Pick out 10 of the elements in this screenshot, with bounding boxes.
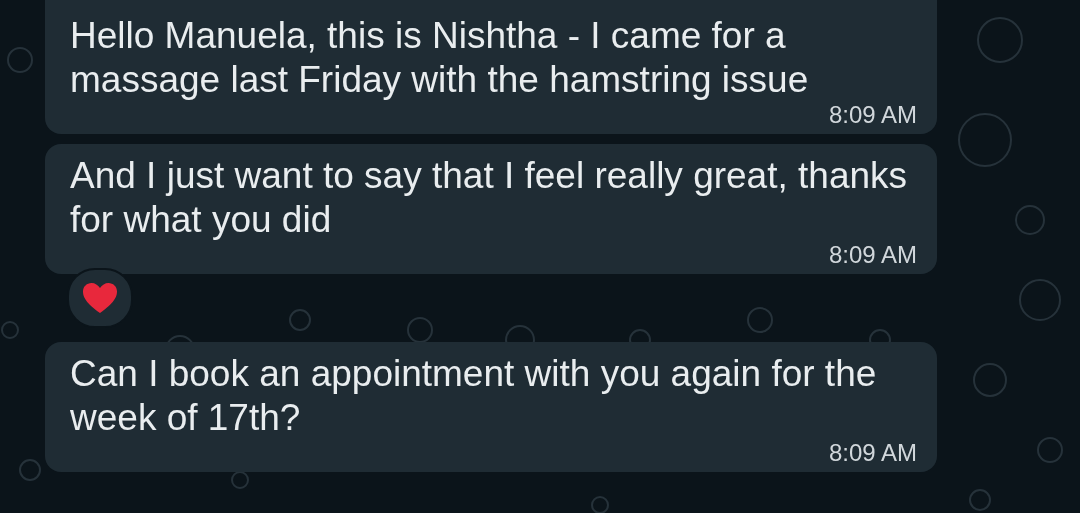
message-time: 8:09 AM <box>828 102 917 128</box>
message-time: 8:09 AM <box>828 242 917 268</box>
message-time: 8:09 AM <box>828 440 917 466</box>
message-bubble[interactable]: Can I book an appointment with you again for the week of 17th? 8:09 AM <box>45 342 937 472</box>
heart-icon <box>82 282 118 314</box>
message-text: And I just want to say that I feel really great, thanks for what you did <box>70 154 909 242</box>
message-text: Hello Manuela, this is Nishtha - I came for a massage last Friday with the hamstring issue <box>70 14 810 102</box>
message-text: Can I book an appointment with you again for the week of 17th? <box>70 352 878 440</box>
message-bubble[interactable]: And I just want to say that I feel really great, thanks for what you did 8:09 AM <box>45 144 937 274</box>
message-bubble[interactable]: Hello Manuela, this is Nishtha - I came for a massage last Friday with the hamstring issue 8:09 AM <box>45 0 937 134</box>
